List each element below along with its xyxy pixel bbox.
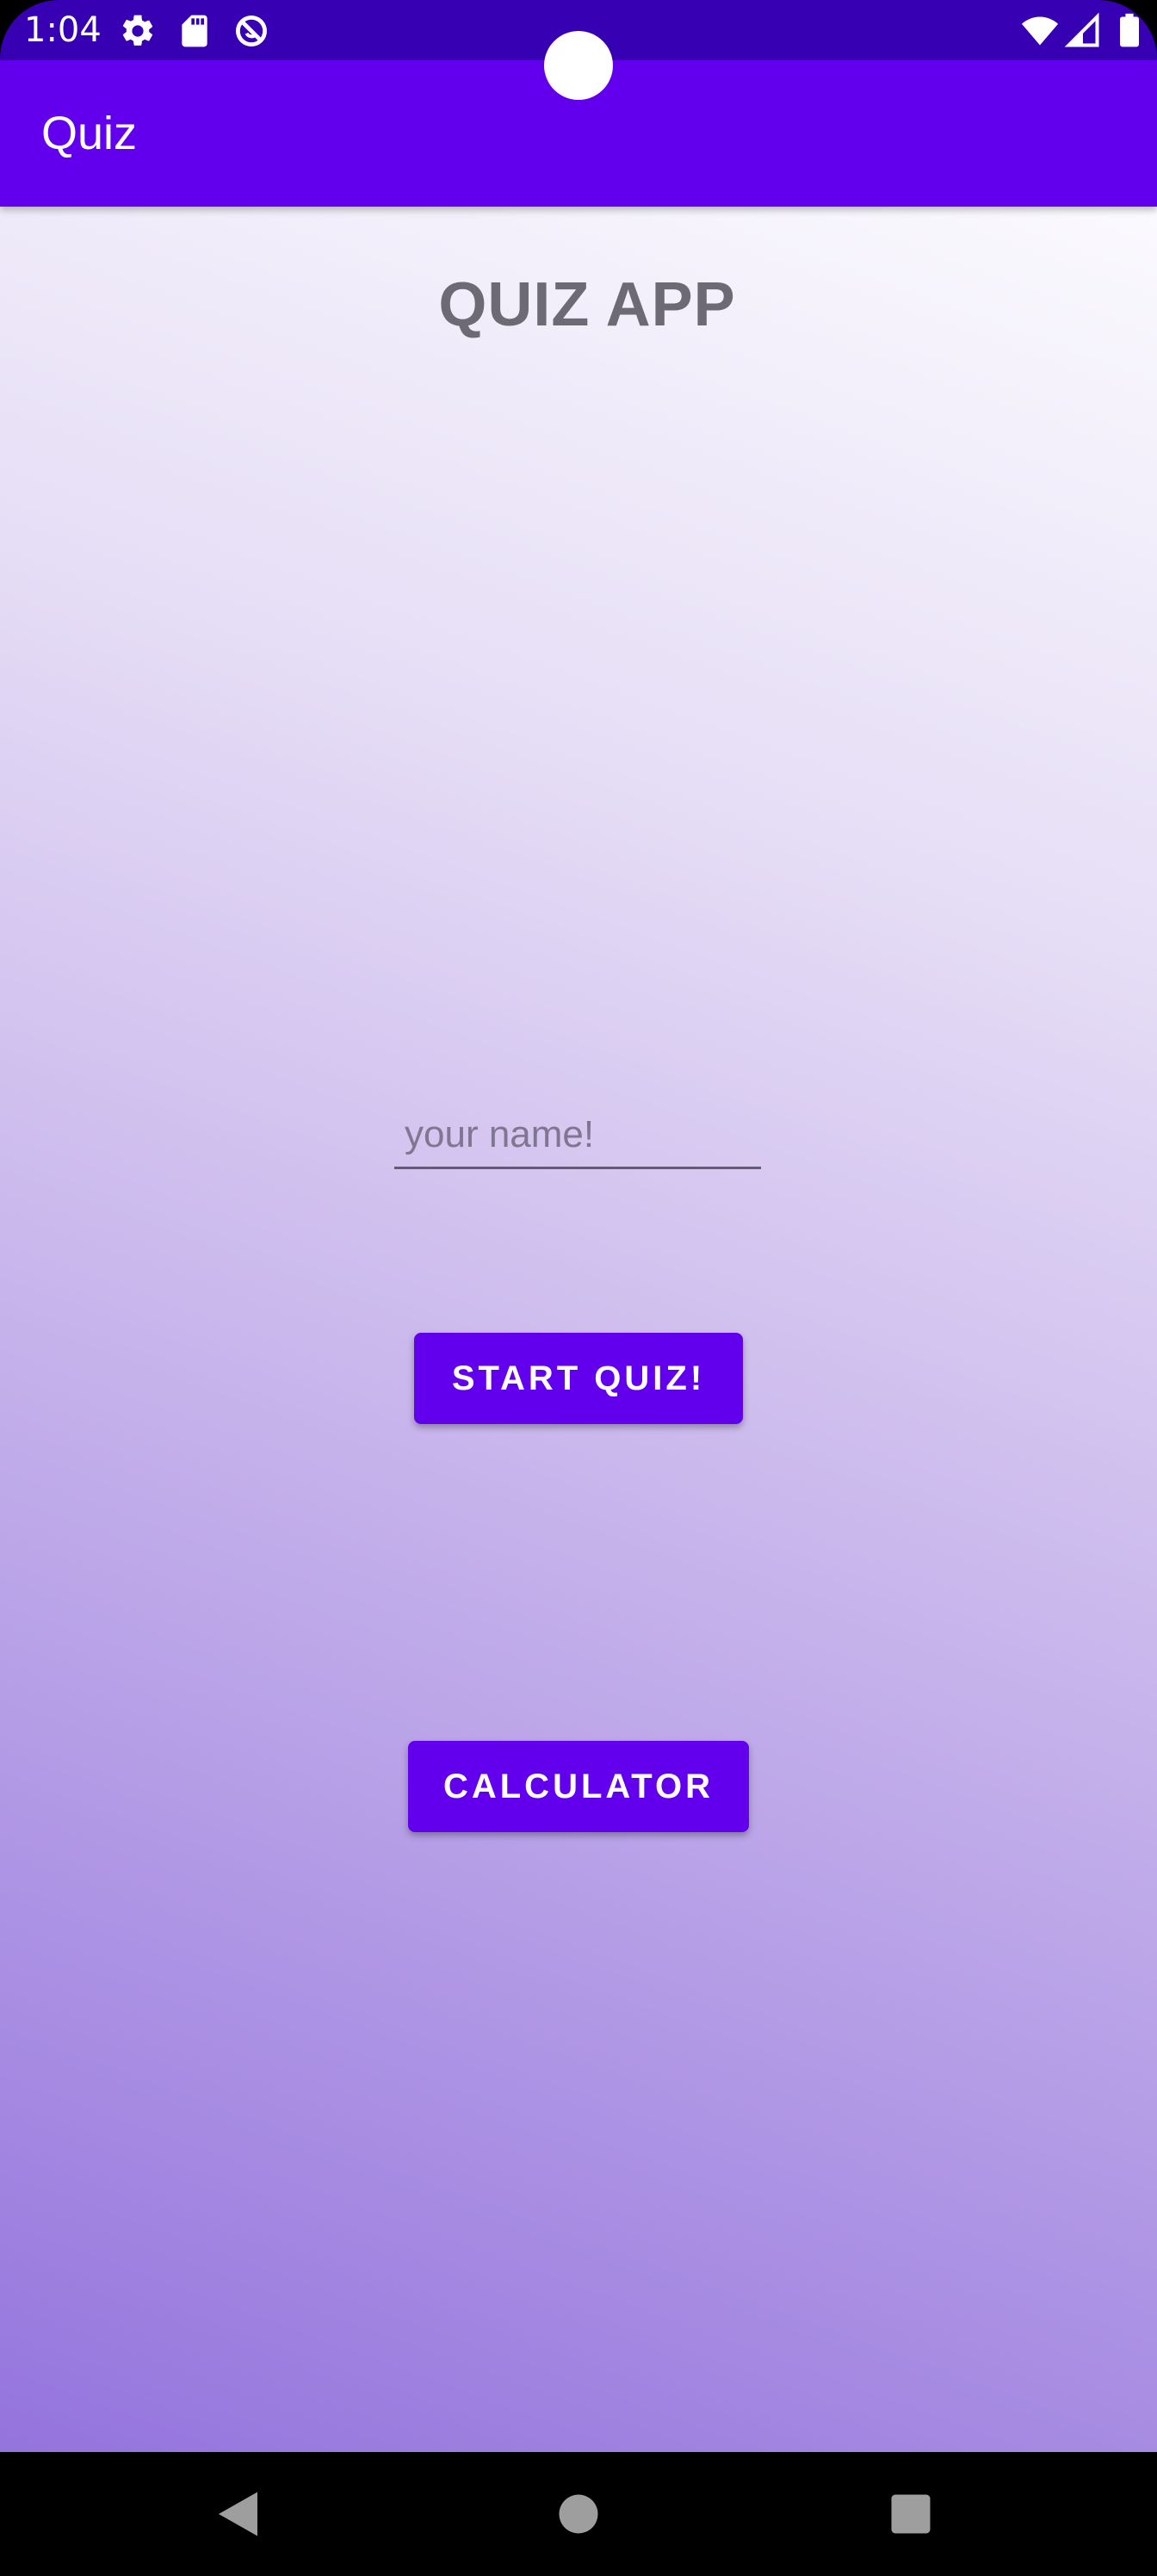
gear-icon xyxy=(119,12,157,50)
signal-icon xyxy=(1064,12,1102,50)
sd-card-icon xyxy=(176,12,213,50)
do-not-disturb-icon xyxy=(232,12,270,50)
calculator-button[interactable]: CALCULATOR xyxy=(408,1741,749,1832)
app-bar-title: Quiz xyxy=(41,108,138,159)
wifi-icon xyxy=(1021,12,1059,50)
name-field[interactable] xyxy=(394,1106,761,1169)
home-icon[interactable] xyxy=(548,2483,609,2545)
camera-cutout xyxy=(544,31,613,100)
navigation-bar xyxy=(0,2452,1157,2576)
status-time: 1:04 xyxy=(24,10,102,50)
recents-icon[interactable] xyxy=(880,2483,942,2545)
device-screen: 1:04 Quiz QUIZ APP START QUIZ! CALCU xyxy=(0,0,1157,2576)
back-icon[interactable] xyxy=(208,2483,270,2545)
page-title: QUIZ APP xyxy=(438,270,736,339)
name-input[interactable] xyxy=(405,1106,749,1163)
main-content: QUIZ APP START QUIZ! CALCULATOR xyxy=(0,207,1157,2452)
start-quiz-button[interactable]: START QUIZ! xyxy=(414,1333,743,1424)
battery-icon xyxy=(1111,12,1148,50)
